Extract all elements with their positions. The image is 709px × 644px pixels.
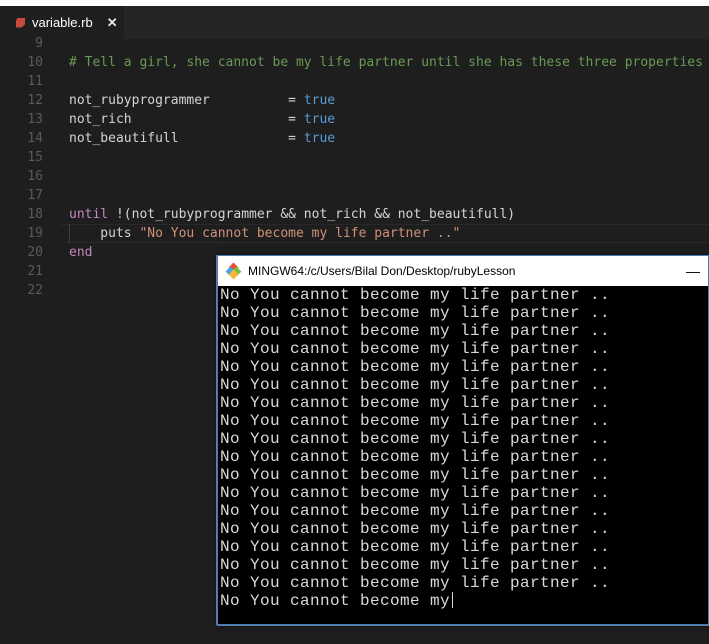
terminal-line: No You cannot become my life partner .. <box>220 304 708 322</box>
code-token: true <box>303 93 336 108</box>
code-line[interactable]: 11 <box>0 72 709 91</box>
line-number: 19 <box>27 226 43 241</box>
line-number: 17 <box>27 188 43 203</box>
terminal-line: No You cannot become my life partner .. <box>220 574 708 592</box>
code-token: "No You cannot become my life partner ..… <box>139 226 461 241</box>
terminal-line: No You cannot become my life partner .. <box>220 322 708 340</box>
code-token: until <box>69 207 116 222</box>
code-token: = <box>288 131 304 146</box>
terminal-line: No You cannot become my life partner .. <box>220 358 708 376</box>
terminal-line: No You cannot become my life partner .. <box>220 430 708 448</box>
code-token: end <box>69 245 93 260</box>
code-token: = <box>288 112 304 127</box>
code-token: puts <box>69 226 140 241</box>
code-line[interactable]: 17 <box>0 186 709 205</box>
terminal-line-text: No You cannot become my life partner .. <box>220 448 611 466</box>
line-number: 20 <box>27 245 43 260</box>
terminal-line-text: No You cannot become my life partner .. <box>220 574 611 592</box>
code-text: not_rich = true <box>69 110 335 129</box>
terminal-line: No You cannot become my <box>220 592 708 610</box>
code-line[interactable]: 13 not_rich = true <box>0 110 709 129</box>
terminal-line-text: No You cannot become my life partner .. <box>220 286 611 304</box>
terminal-line-text: No You cannot become my life partner .. <box>220 376 611 394</box>
terminal-output[interactable]: No You cannot become my life partner .. N… <box>218 286 708 624</box>
code-line[interactable]: 12 not_rubyprogrammer = true <box>0 91 709 110</box>
minimize-button[interactable]: — <box>678 263 708 279</box>
code-line[interactable]: 15 <box>0 148 709 167</box>
tab-filename: variable.rb <box>32 15 93 30</box>
terminal-line-text: No You cannot become my life partner .. <box>220 358 611 376</box>
code-token: true <box>303 131 336 146</box>
terminal-line-text: No You cannot become my life partner .. <box>220 484 611 502</box>
terminal-window[interactable]: MINGW64:/c/Users/Bilal Don/Desktop/rubyL… <box>217 255 709 625</box>
terminal-line: No You cannot become my life partner .. <box>220 376 708 394</box>
code-token: = <box>288 93 304 108</box>
close-tab-icon[interactable]: ✕ <box>107 15 118 31</box>
code-token: not_beautifull <box>69 131 289 146</box>
terminal-line-text: No You cannot become my <box>220 592 451 610</box>
terminal-line: No You cannot become my life partner .. <box>220 466 708 484</box>
terminal-line-text: No You cannot become my life partner .. <box>220 430 611 448</box>
code-token: # Tell a girl, she cannot be my life par… <box>69 55 703 70</box>
code-text: not_rubyprogrammer = true <box>69 91 335 110</box>
terminal-line-text: No You cannot become my life partner .. <box>220 412 611 430</box>
code-text: puts "No You cannot become my life partn… <box>69 224 460 243</box>
terminal-cursor <box>452 592 454 608</box>
line-number: 15 <box>27 150 43 165</box>
code-line[interactable]: 18 until !(not_rubyprogrammer && not_rich… <box>0 205 709 224</box>
code-token: not_rubyprogrammer <box>69 93 289 108</box>
code-text: end <box>69 243 92 262</box>
terminal-title: MINGW64:/c/Users/Bilal Don/Desktop/rubyL… <box>248 264 516 278</box>
terminal-title-bar[interactable]: MINGW64:/c/Users/Bilal Don/Desktop/rubyL… <box>218 256 708 286</box>
terminal-line: No You cannot become my life partner .. <box>220 484 708 502</box>
code-token: !(not_rubyprogrammer && not_rich && not_… <box>115 207 516 222</box>
code-line[interactable]: 10 # Tell a girl, she cannot be my life p… <box>0 53 709 72</box>
line-number: 12 <box>27 93 43 108</box>
terminal-line-text: No You cannot become my life partner .. <box>220 556 611 574</box>
code-line[interactable]: 14 not_beautifull = true <box>0 129 709 148</box>
code-token: not_rich <box>69 112 289 127</box>
code-text: # Tell a girl, she cannot be my life par… <box>69 53 703 72</box>
code-line[interactable]: 9 <box>0 34 709 53</box>
code-line[interactable]: 16 <box>0 167 709 186</box>
terminal-line-text: No You cannot become my life partner .. <box>220 538 611 556</box>
line-number: 9 <box>35 36 43 51</box>
line-number: 10 <box>27 55 43 70</box>
terminal-line: No You cannot become my life partner .. <box>220 394 708 412</box>
line-number: 18 <box>27 207 43 222</box>
terminal-line-text: No You cannot become my life partner .. <box>220 340 611 358</box>
line-number: 16 <box>27 169 43 184</box>
line-number: 22 <box>27 283 43 298</box>
terminal-line: No You cannot become my life partner .. <box>220 520 708 538</box>
line-number: 21 <box>27 264 43 279</box>
line-number: 13 <box>27 112 43 127</box>
terminal-line: No You cannot become my life partner .. <box>220 448 708 466</box>
terminal-line: No You cannot become my life partner .. <box>220 340 708 358</box>
code-text: until !(not_rubyprogrammer && not_rich &… <box>69 205 515 224</box>
terminal-line: No You cannot become my life partner .. <box>220 286 708 304</box>
terminal-line-text: No You cannot become my life partner .. <box>220 394 611 412</box>
git-bash-icon <box>225 262 242 280</box>
line-number: 14 <box>27 131 43 146</box>
terminal-line-text: No You cannot become my life partner .. <box>220 520 611 538</box>
terminal-line: No You cannot become my life partner .. <box>220 412 708 430</box>
ruby-file-icon <box>16 17 25 28</box>
terminal-line: No You cannot become my life partner .. <box>220 538 708 556</box>
terminal-line-text: No You cannot become my life partner .. <box>220 322 611 340</box>
terminal-line-text: No You cannot become my life partner .. <box>220 466 611 484</box>
code-token: true <box>303 112 336 127</box>
code-line[interactable]: 19 puts "No You cannot become my life pa… <box>0 224 709 243</box>
terminal-line: No You cannot become my life partner .. <box>220 502 708 520</box>
terminal-line: No You cannot become my life partner .. <box>220 556 708 574</box>
line-number: 11 <box>27 74 43 89</box>
terminal-line-text: No You cannot become my life partner .. <box>220 304 611 322</box>
terminal-line-text: No You cannot become my life partner .. <box>220 502 611 520</box>
code-text: not_beautifull = true <box>69 129 335 148</box>
